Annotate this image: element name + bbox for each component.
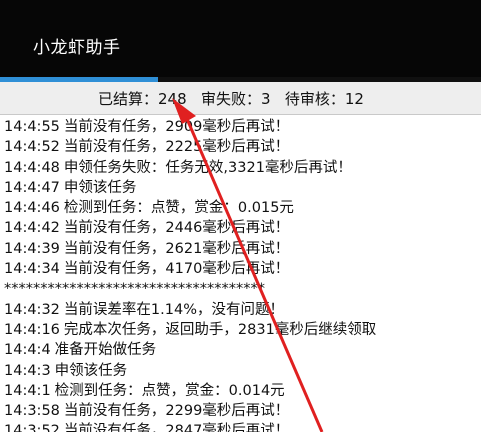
log-entry-time: 14:4:34 (4, 261, 60, 278)
log-entry: 14:4:42 当前没有任务，2446毫秒后再试！ (4, 218, 481, 238)
log-entry: 14:4:47 申领该任务 (4, 178, 481, 198)
log-entry-time: 14:4:39 (4, 240, 60, 257)
settled-count: 248 (158, 90, 187, 108)
log-entry: 14:4:39 当前没有任务，2621毫秒后再试！ (4, 239, 481, 259)
log-entry-time: 14:4:52 (4, 139, 60, 156)
app-title: 小龙虾助手 (33, 38, 121, 58)
log-entry-time: 14:4:47 (4, 179, 60, 196)
settled-label: 已结算： (98, 90, 159, 108)
log-entry-time: 14:4:55 (4, 119, 60, 135)
log-entry-message: 当前没有任务，2299毫秒后再试！ (63, 403, 290, 420)
log-entry: 14:4:4 准备开始做任务 (4, 340, 481, 360)
log-entry-message: 检测到任务：点赞，赏金：0.015元 (63, 200, 294, 217)
log-entry-message: 申领该任务 (63, 179, 137, 196)
failed-count: 3 (260, 90, 271, 108)
log-entry-time: 14:4:4 (4, 342, 51, 359)
log-entry-message: 当前没有任务，2621毫秒后再试！ (63, 240, 290, 257)
log-entry: ************************************ (4, 279, 481, 299)
pending-count: 12 (344, 90, 364, 108)
log-entry-time: 14:3:58 (4, 403, 60, 420)
failed-label: 审失败： (200, 90, 261, 108)
log-entry: 14:4:46 检测到任务：点赞，赏金：0.015元 (4, 198, 481, 218)
log-entry-message: 当前没有任务，2225毫秒后再试！ (63, 139, 290, 156)
log-entry-time: 14:3:52 (4, 423, 60, 432)
log-entry-message: ************************************ (4, 281, 265, 298)
log-entry: 14:4:1 检测到任务：点赞，赏金：0.014元 (4, 381, 481, 401)
log-entry-message: 当前没有任务，2847毫秒后再试！ (63, 423, 290, 432)
log-entry-message: 当前没有任务，4170毫秒后再试！ (63, 261, 290, 278)
log-entry-message: 准备开始做任务 (54, 342, 157, 359)
log-entry-message: 当前误差率在1.14%，没有问题！ (63, 301, 284, 318)
log-entry-time: 14:4:3 (4, 362, 51, 379)
log-entry-time: 14:4:48 (4, 159, 60, 176)
stats-bar: 已结算：248 审失败：3 待审核：12 (0, 82, 481, 115)
log-entry-time: 14:4:16 (4, 321, 60, 338)
log-panel[interactable]: 14:4:55 当前没有任务，2909毫秒后再试！ 14:4:52 当前没有任务，22… (0, 115, 481, 432)
log-entry-message: 完成本次任务，返回助手，2831毫秒后继续领取 (63, 321, 377, 338)
log-entry: 14:4:55 当前没有任务，2909毫秒后再试！ (4, 117, 481, 137)
log-entry: 14:4:52 当前没有任务，2225毫秒后再试！ (4, 137, 481, 157)
stats-line: 已结算：248 审失败：3 待审核：12 (98, 88, 364, 109)
log-entry: 14:4:34 当前没有任务，4170毫秒后再试！ (4, 259, 481, 279)
log-entry-message: 当前没有任务，2909毫秒后再试！ (63, 119, 290, 135)
app-title-bar: 小龙虾助手 (0, 0, 481, 77)
log-entry-message: 当前没有任务，2446毫秒后再试！ (63, 220, 290, 237)
log-entry: 14:3:58 当前没有任务，2299毫秒后再试！ (4, 401, 481, 421)
log-list: 14:4:55 当前没有任务，2909毫秒后再试！ 14:4:52 当前没有任务，22… (4, 117, 481, 432)
log-entry: 14:4:32 当前误差率在1.14%，没有问题！ (4, 300, 481, 320)
log-entry: 14:4:16 完成本次任务，返回助手，2831毫秒后继续领取 (4, 320, 481, 340)
pending-label: 待审核： (284, 90, 345, 108)
log-entry-message: 申领该任务 (54, 362, 128, 379)
log-entry-time: 14:4:42 (4, 220, 60, 237)
log-entry-time: 14:4:46 (4, 200, 60, 217)
log-entry: 14:4:3 申领该任务 (4, 361, 481, 381)
log-entry: 14:3:52 当前没有任务，2847毫秒后再试！ (4, 421, 481, 432)
log-entry-time: 14:4:32 (4, 301, 60, 318)
log-entry-message: 申领任务失败：任务无效,3321毫秒后再试！ (63, 159, 352, 176)
log-entry: 14:4:48 申领任务失败：任务无效,3321毫秒后再试！ (4, 158, 481, 178)
log-entry-message: 检测到任务：点赞，赏金：0.014元 (54, 382, 285, 399)
log-entry-time: 14:4:1 (4, 382, 51, 399)
